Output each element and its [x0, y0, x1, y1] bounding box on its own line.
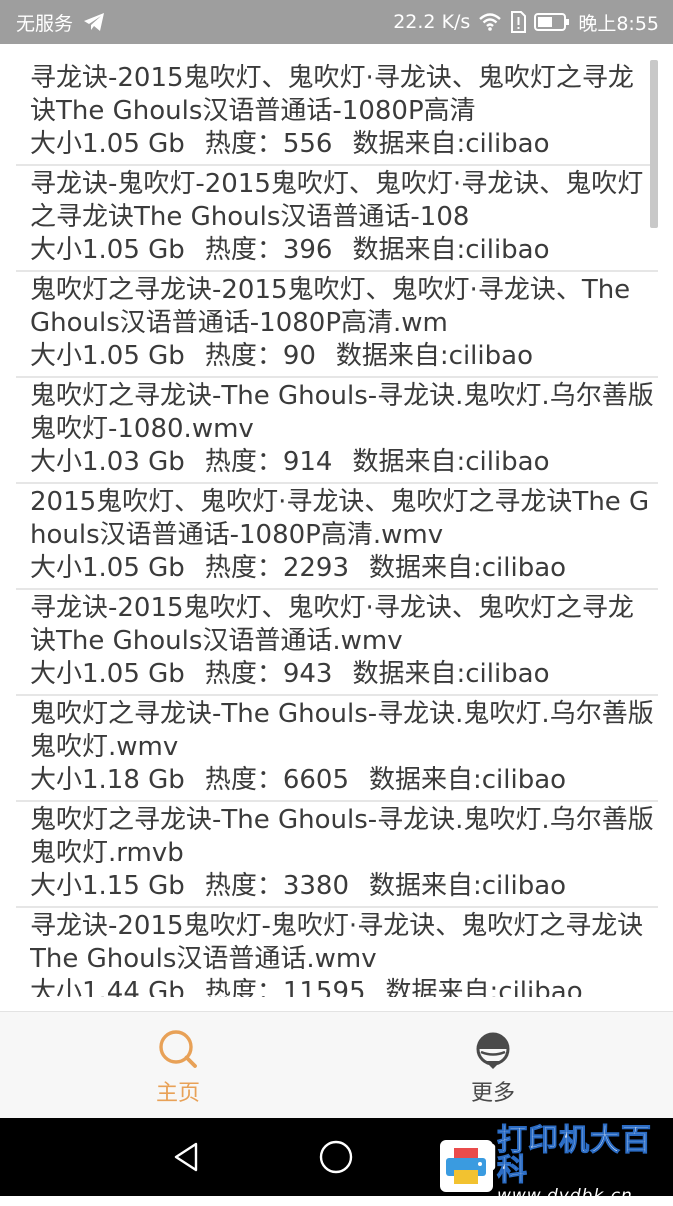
item-heat: 热度：3380: [204, 871, 349, 901]
wifi-icon: [478, 12, 502, 32]
list-item[interactable]: 寻龙诀-鬼吹灯-2015鬼吹灯、鬼吹灯·寻龙诀、鬼吹灯之寻龙诀The Ghoul…: [16, 166, 658, 272]
item-size: 大小1.03 Gb: [30, 447, 185, 477]
item-heat: 热度：11595: [204, 977, 366, 997]
battery-icon: [534, 13, 570, 31]
watermark-title: 打印机大百科: [496, 1123, 652, 1188]
item-heat: 热度：556: [204, 129, 333, 159]
watermark-text: 打印机大百科 www.dydbk.cn: [496, 1123, 673, 1206]
status-right: 22.2 K/s 晚上8:55: [393, 9, 659, 36]
item-source: 数据来自:cilibao: [352, 447, 550, 477]
list-item[interactable]: 鬼吹灯之寻龙诀-2015鬼吹灯、鬼吹灯·寻龙诀、The Ghouls汉语普通话-…: [16, 272, 658, 378]
item-title: 寻龙诀-2015鬼吹灯、鬼吹灯·寻龙诀、鬼吹灯之寻龙诀The Ghouls汉语普…: [30, 593, 634, 656]
list-item[interactable]: 鬼吹灯之寻龙诀-The Ghouls-寻龙诀.鬼吹灯.乌尔善版鬼吹灯.wmv 大…: [16, 696, 658, 802]
item-size: 大小1.05 Gb: [30, 659, 185, 689]
item-meta: 大小1.05 Gb 热度：556 数据来自:cilibao: [30, 128, 658, 161]
item-size: 大小1.44 Gb: [30, 977, 185, 997]
watermark-url: www.dydbk.cn: [496, 1186, 633, 1206]
list-item[interactable]: 鬼吹灯之寻龙诀-The Ghouls-寻龙诀.鬼吹灯.乌尔善版鬼吹灯.rmvb …: [16, 802, 658, 908]
printer-logo-icon: [440, 1139, 493, 1192]
item-title: 鬼吹灯之寻龙诀-The Ghouls-寻龙诀.鬼吹灯.乌尔善版鬼吹灯.wmv: [30, 699, 654, 762]
item-title: 寻龙诀-2015鬼吹灯、鬼吹灯·寻龙诀、鬼吹灯之寻龙诀The Ghouls汉语普…: [30, 63, 634, 126]
item-heat: 热度：396: [204, 235, 333, 265]
item-title: 2015鬼吹灯、鬼吹灯·寻龙诀、鬼吹灯之寻龙诀The Ghouls汉语普通话-1…: [30, 487, 650, 550]
clock: 晚上8:55: [578, 12, 659, 35]
item-source: 数据来自:cilibao: [368, 553, 567, 583]
telegram-icon: [83, 12, 105, 32]
item-heat: 热度：6605: [204, 765, 349, 795]
item-meta: 大小1.44 Gb 热度：11595 数据来自:cilibao: [30, 976, 658, 997]
bottom-nav: 主页 更多: [0, 1011, 673, 1118]
list-item[interactable]: 寻龙诀-2015鬼吹灯、鬼吹灯·寻龙诀、鬼吹灯之寻龙诀The Ghouls汉语普…: [16, 60, 658, 166]
item-source: 数据来自:cilibao: [352, 129, 550, 159]
item-meta: 大小1.05 Gb 热度：90 数据来自:cilibao: [30, 340, 658, 373]
nav-home-label: 主页: [155, 1081, 200, 1106]
list-item[interactable]: 2015鬼吹灯、鬼吹灯·寻龙诀、鬼吹灯之寻龙诀The Ghouls汉语普通话-1…: [16, 484, 658, 590]
item-title: 寻龙诀-鬼吹灯-2015鬼吹灯、鬼吹灯·寻龙诀、鬼吹灯之寻龙诀The Ghoul…: [30, 169, 644, 232]
item-source: 数据来自:cilibao: [368, 765, 567, 795]
status-left: 无服务: [16, 9, 105, 36]
item-source: 数据来自:cilibao: [385, 977, 583, 997]
item-meta: 大小1.05 Gb 热度：396 数据来自:cilibao: [30, 234, 658, 267]
network-speed: 22.2 K/s: [393, 11, 471, 33]
watermark: 打印机大百科 www.dydbk.cn: [440, 1125, 673, 1205]
search-icon: [156, 1027, 200, 1071]
item-size: 大小1.18 Gb: [30, 765, 185, 795]
nav-home-tab[interactable]: 主页: [88, 1012, 268, 1119]
nav-more-tab[interactable]: 更多: [403, 1012, 583, 1119]
item-meta: 大小1.18 Gb 热度：6605 数据来自:cilibao: [30, 764, 658, 797]
results-list: 寻龙诀-2015鬼吹灯、鬼吹灯·寻龙诀、鬼吹灯之寻龙诀The Ghouls汉语普…: [16, 60, 658, 997]
item-heat: 热度：914: [204, 447, 333, 477]
item-meta: 大小1.15 Gb 热度：3380 数据来自:cilibao: [30, 870, 658, 903]
item-size: 大小1.05 Gb: [30, 129, 185, 159]
item-source: 数据来自:cilibao: [335, 341, 533, 371]
item-title: 鬼吹灯之寻龙诀-The Ghouls-寻龙诀.鬼吹灯.乌尔善版鬼吹灯.rmvb: [30, 805, 654, 868]
home-circle-icon[interactable]: [316, 1137, 356, 1177]
item-title: 鬼吹灯之寻龙诀-The Ghouls-寻龙诀.鬼吹灯.乌尔善版鬼吹灯-1080.…: [30, 381, 654, 444]
ghost-icon: [471, 1027, 515, 1071]
item-meta: 大小1.03 Gb 热度：914 数据来自:cilibao: [30, 446, 658, 479]
results-list-area[interactable]: 寻龙诀-2015鬼吹灯、鬼吹灯·寻龙诀、鬼吹灯之寻龙诀The Ghouls汉语普…: [0, 44, 673, 997]
item-source: 数据来自:cilibao: [368, 871, 567, 901]
item-title: 鬼吹灯之寻龙诀-2015鬼吹灯、鬼吹灯·寻龙诀、The Ghouls汉语普通话-…: [30, 275, 631, 338]
item-size: 大小1.05 Gb: [30, 341, 185, 371]
item-size: 大小1.15 Gb: [30, 871, 185, 901]
item-size: 大小1.05 Gb: [30, 235, 185, 265]
item-meta: 大小1.05 Gb 热度：2293 数据来自:cilibao: [30, 552, 658, 585]
item-source: 数据来自:cilibao: [352, 235, 550, 265]
item-source: 数据来自:cilibao: [352, 659, 550, 689]
list-item[interactable]: 鬼吹灯之寻龙诀-The Ghouls-寻龙诀.鬼吹灯.乌尔善版鬼吹灯-1080.…: [16, 378, 658, 484]
item-heat: 热度：2293: [204, 553, 349, 583]
carrier-text: 无服务: [16, 12, 74, 35]
nav-more-label: 更多: [470, 1081, 515, 1106]
list-item[interactable]: 寻龙诀-2015鬼吹灯-鬼吹灯·寻龙诀、鬼吹灯之寻龙诀The Ghouls汉语普…: [16, 908, 658, 997]
list-item[interactable]: 寻龙诀-2015鬼吹灯、鬼吹灯·寻龙诀、鬼吹灯之寻龙诀The Ghouls汉语普…: [16, 590, 658, 696]
item-title: 寻龙诀-2015鬼吹灯-鬼吹灯·寻龙诀、鬼吹灯之寻龙诀The Ghouls汉语普…: [30, 911, 644, 974]
item-heat: 热度：90: [204, 341, 316, 371]
item-size: 大小1.05 Gb: [30, 553, 185, 583]
status-bar: 无服务 22.2 K/s 晚上8:55: [0, 0, 673, 44]
item-heat: 热度：943: [204, 659, 333, 689]
scrollbar[interactable]: [650, 60, 658, 228]
item-meta: 大小1.05 Gb 热度：943 数据来自:cilibao: [30, 658, 658, 691]
sim-alert-icon: [510, 11, 527, 33]
back-icon[interactable]: [167, 1137, 207, 1177]
